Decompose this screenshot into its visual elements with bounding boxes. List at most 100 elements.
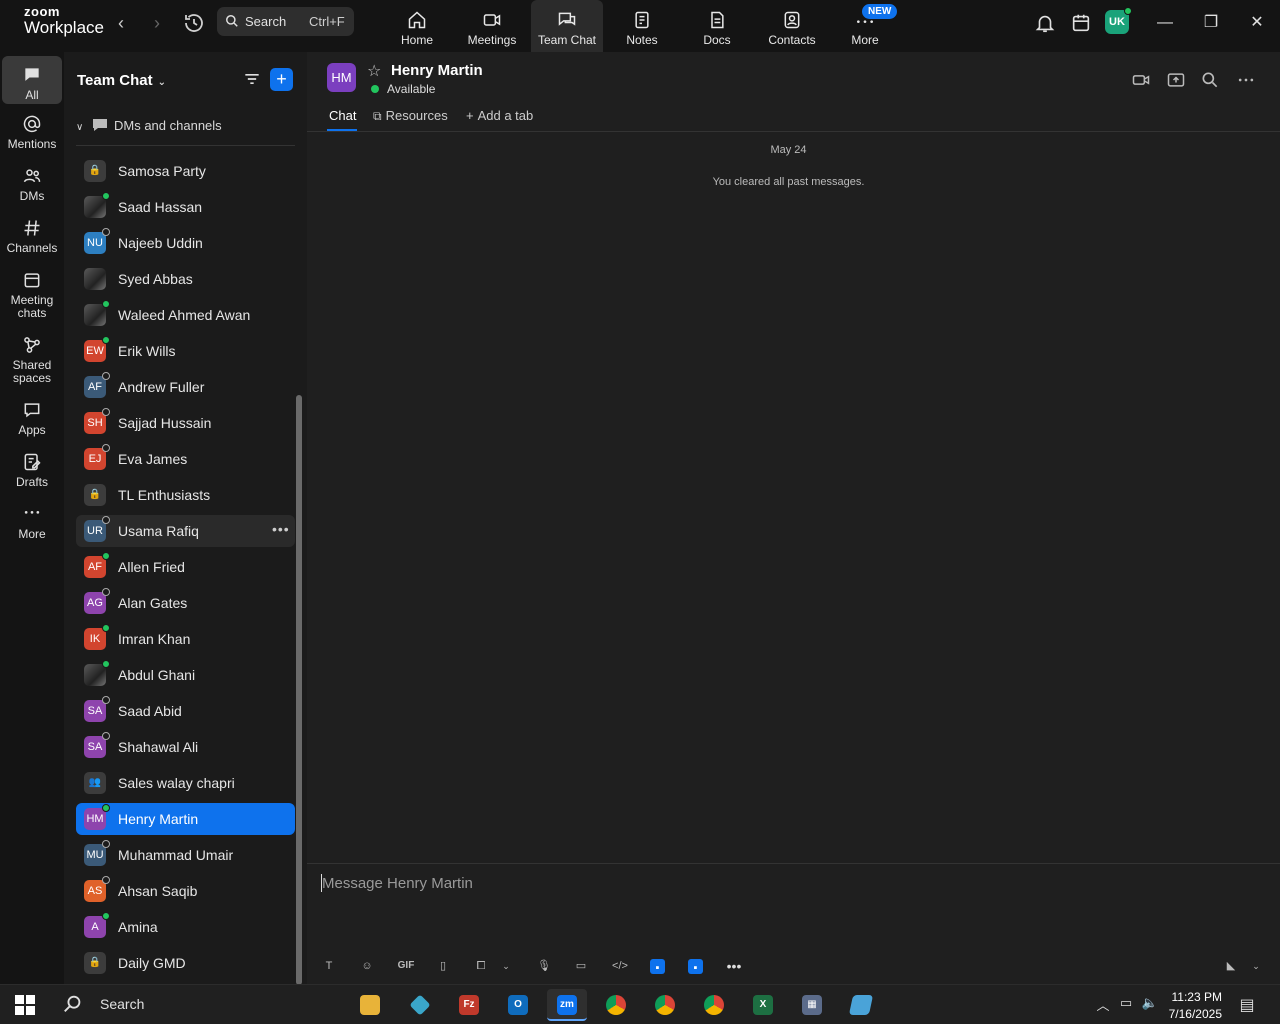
chat-list-item[interactable]: IK Imran Khan (76, 623, 295, 655)
tab-add[interactable]: + Add a tab (466, 108, 533, 123)
video-call-icon[interactable] (1131, 70, 1151, 90)
taskbar-search[interactable]: Search (62, 993, 144, 1018)
chat-list-item[interactable]: AF Allen Fried (76, 551, 295, 583)
format-icon[interactable]: T (320, 957, 338, 975)
user-avatar[interactable]: UK (1105, 7, 1132, 34)
chat-list-item[interactable]: UR Usama Rafiq ••• (76, 515, 295, 547)
app1-icon[interactable]: ▪ (650, 959, 665, 974)
chat-list-item[interactable]: Syed Abbas (76, 263, 295, 295)
chat-list-item[interactable]: HM Henry Martin (76, 803, 295, 835)
tab-resources[interactable]: ⧉ Resources (373, 108, 448, 124)
sidebar-scrollbar[interactable] (296, 395, 302, 985)
network-icon[interactable]: ▭ (1117, 995, 1135, 1013)
more-icon[interactable]: ••• (725, 957, 743, 975)
rail-apps[interactable]: Apps (2, 400, 62, 437)
chat-list-item[interactable]: 🔒 Daily GMD (76, 947, 295, 979)
emoji-icon[interactable]: ☺ (358, 957, 376, 975)
history-icon[interactable] (182, 11, 206, 35)
search-box[interactable]: Search Ctrl+F (217, 7, 354, 36)
contact-name[interactable]: Henry Martin (391, 62, 483, 79)
forward-arrow-icon[interactable]: › (145, 12, 169, 36)
chat-list-item[interactable]: Abdul Ghani (76, 659, 295, 691)
rail-mentions[interactable]: Mentions (2, 114, 62, 151)
tab-contacts[interactable]: Contacts (756, 0, 828, 52)
rail-meeting-chats[interactable]: Meeting chats (2, 270, 62, 320)
tab-home[interactable]: Home (381, 0, 453, 52)
rail-drafts[interactable]: Drafts (2, 452, 62, 489)
tab-notes[interactable]: Notes (606, 0, 678, 52)
chevron-down-icon[interactable]: ⌄ (497, 957, 515, 975)
video-clip-icon[interactable]: ▭ (572, 957, 590, 975)
calendar-icon[interactable] (1070, 12, 1092, 34)
mic-icon[interactable]: 🎙 (535, 957, 553, 975)
filter-icon[interactable] (242, 69, 262, 89)
chat-list-item[interactable]: 🔒 Samosa Party (76, 155, 295, 187)
sidebar-title[interactable]: Team Chat ⌄ (77, 72, 166, 89)
more-icon[interactable]: ••• (272, 521, 290, 537)
rail-shared-spaces[interactable]: Shared spaces (2, 335, 62, 385)
tab-team-chat[interactable]: Team Chat (531, 0, 603, 52)
chevron-down-icon[interactable]: ⌄ (1247, 957, 1265, 975)
tab-docs[interactable]: Docs (681, 0, 753, 52)
rail-channels[interactable]: Channels (2, 218, 62, 255)
tab-meetings[interactable]: Meetings (456, 0, 528, 52)
section-dms-and-channels[interactable]: ∨ DMs and channels (76, 118, 222, 133)
chat-list-item[interactable]: EW Erik Wills (76, 335, 295, 367)
chat-list-item[interactable]: AG Alan Gates (76, 587, 295, 619)
bell-icon[interactable] (1034, 12, 1056, 34)
app-diamond[interactable] (400, 989, 440, 1021)
volume-icon[interactable]: 🔈 (1141, 995, 1159, 1013)
gif-icon[interactable]: GIF (395, 957, 417, 975)
app2-icon[interactable]: ▪ (688, 959, 703, 974)
restore-icon[interactable]: ❐ (1196, 10, 1226, 36)
app-notepad[interactable] (841, 989, 881, 1021)
close-icon[interactable]: ✕ (1242, 10, 1272, 36)
search-icon[interactable] (1200, 70, 1220, 90)
screenshot-icon[interactable]: ⧠ (472, 957, 490, 975)
chrome-app-1[interactable] (596, 989, 636, 1021)
chat-list-item[interactable]: AS Ahsan Saqib (76, 875, 295, 907)
minimize-icon[interactable]: — (1150, 10, 1180, 36)
more-icon[interactable] (1236, 70, 1256, 90)
rail-more[interactable]: More (2, 504, 62, 541)
chat-list-item[interactable]: Waleed Ahmed Awan (76, 299, 295, 331)
zoom-app[interactable]: zm (547, 989, 587, 1021)
windows-start-icon[interactable] (15, 995, 35, 1015)
message-input[interactable]: Message Henry Martin (322, 875, 473, 892)
contact-avatar[interactable]: HM (327, 63, 356, 92)
chat-list-item[interactable]: NU Najeeb Uddin (76, 227, 295, 259)
chat-list-item[interactable]: Saad Hassan (76, 191, 295, 223)
chrome-app-3[interactable] (694, 989, 734, 1021)
chat-list-item[interactable]: EJ Eva James (76, 443, 295, 475)
chrome-app-2[interactable] (645, 989, 685, 1021)
notifications-icon[interactable]: ▤ (1238, 995, 1256, 1014)
chat-list-item[interactable]: MU Muhammad Umair (76, 839, 295, 871)
excel-app[interactable]: X (743, 989, 783, 1021)
chat-list-item[interactable]: SA Shahawal Ali (76, 731, 295, 763)
calculator-app[interactable]: ▦ (792, 989, 832, 1021)
share-screen-icon[interactable] (1166, 70, 1186, 90)
chat-list-item[interactable]: 👥 Sales walay chapri (76, 767, 295, 799)
filezilla-app[interactable]: Fz (449, 989, 489, 1021)
tab-chat[interactable]: Chat (327, 108, 357, 131)
file-icon[interactable]: ▯ (434, 957, 452, 975)
star-icon[interactable]: ☆ (367, 61, 381, 81)
chat-list-item[interactable]: SA Saad Abid (76, 695, 295, 727)
back-arrow-icon[interactable]: ‹ (109, 12, 133, 36)
taskbar-clock[interactable]: 11:23 PM 7/16/2025 (1164, 989, 1222, 1023)
presence-dot (102, 228, 110, 236)
rail-dms[interactable]: DMs (2, 166, 62, 203)
chat-list-item[interactable]: SH Sajjad Hussain (76, 407, 295, 439)
chat-list-item[interactable]: AF Andrew Fuller (76, 371, 295, 403)
add-button[interactable]: + (270, 68, 293, 91)
chat-list-item[interactable]: 🔒 TL Enthusiasts (76, 479, 295, 511)
code-icon[interactable]: </> (609, 957, 631, 975)
outlook-app[interactable]: O (498, 989, 538, 1021)
chat-list-item[interactable]: A Amina (76, 911, 295, 943)
chevron-up-icon[interactable]: ︿ (1094, 995, 1112, 1013)
message-composer[interactable]: Message Henry Martin T ☺ GIF ▯ ⧠ ⌄ 🎙 ▭ <… (307, 863, 1280, 984)
file-explorer-app[interactable] (350, 989, 390, 1021)
send-icon[interactable]: ◣ (1222, 957, 1240, 975)
clock-date: 7/16/2025 (1168, 1007, 1222, 1021)
rail-all[interactable]: All (2, 56, 62, 104)
